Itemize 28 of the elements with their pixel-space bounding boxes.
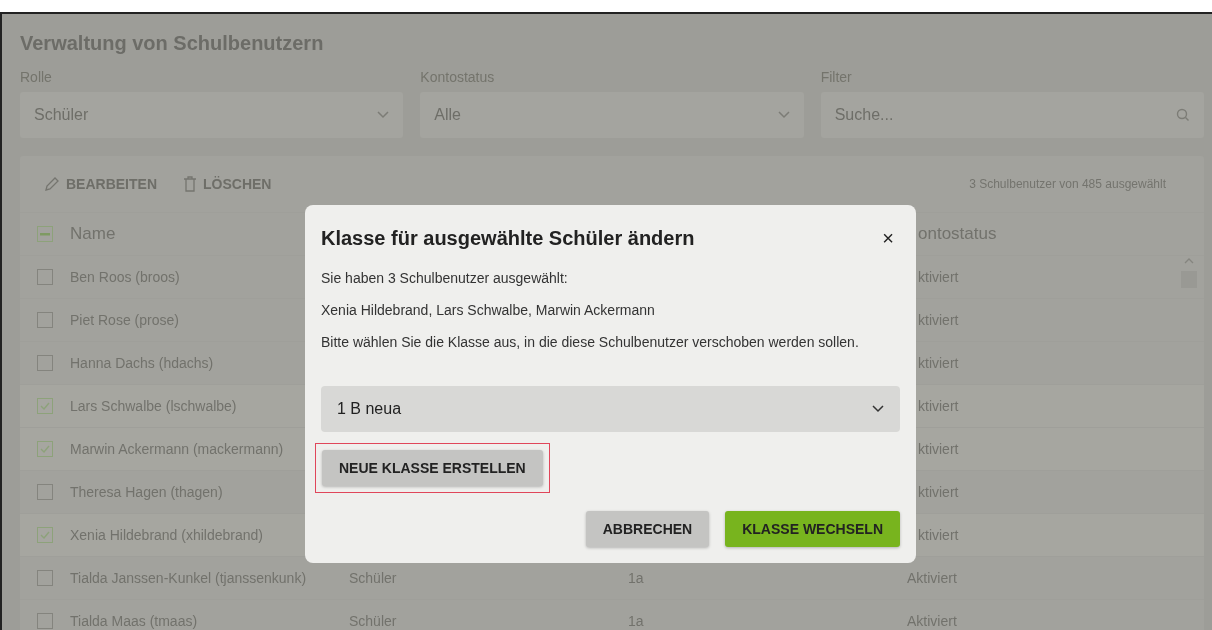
row-checkbox[interactable] [37, 570, 53, 586]
chevron-down-icon [377, 111, 390, 119]
dialog-text: Sie haben 3 Schulbenutzer ausgewählt: [321, 270, 569, 286]
row-checkbox[interactable] [37, 312, 53, 328]
row-checkbox[interactable] [37, 613, 53, 629]
dialog-text: Xenia Hildebrand, Lars Schwalbe, Marwin Ackermann [321, 302, 656, 318]
trash-icon [183, 176, 197, 192]
checkmark-icon [40, 531, 50, 539]
class-select[interactable]: 1 B neua [321, 386, 900, 432]
row-checkbox[interactable] [37, 527, 53, 543]
chevron-down-icon [777, 111, 790, 119]
row-checkbox[interactable] [37, 269, 53, 285]
dialog-title: Klasse für ausgewählte Schüler ändern [321, 227, 695, 250]
search-icon [1176, 108, 1190, 122]
create-class-button[interactable]: NEUE KLASSE ERSTELLEN [322, 450, 543, 486]
change-class-button[interactable]: KLASSE WECHSELN [725, 511, 900, 547]
cancel-button[interactable]: ABBRECHEN [585, 511, 710, 547]
close-button[interactable]: × [876, 227, 900, 250]
checkmark-icon [40, 445, 50, 453]
select-all-checkbox[interactable] [37, 226, 53, 242]
row-checkbox[interactable] [37, 441, 53, 457]
row-checkbox[interactable] [37, 484, 53, 500]
pencil-icon [44, 176, 60, 192]
row-checkbox[interactable] [37, 398, 53, 414]
checkmark-icon [40, 402, 50, 410]
dialog-text: Bitte wählen Sie die Klasse aus, in die diese Schulbenutzer verschoben werden sollen. [321, 334, 860, 350]
row-checkbox[interactable] [37, 355, 53, 371]
chevron-down-icon [872, 405, 884, 413]
